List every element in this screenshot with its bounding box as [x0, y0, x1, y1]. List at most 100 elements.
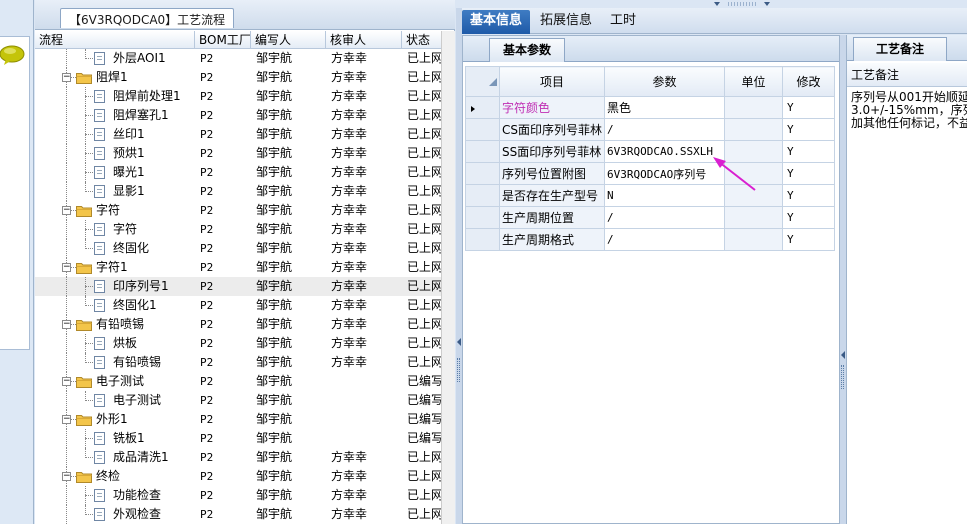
tree-node-cell[interactable]: 预烘1 — [35, 144, 195, 163]
param-value-cell[interactable]: 黑色 — [604, 96, 725, 119]
tree-node-cell[interactable]: 终固化 — [35, 239, 195, 258]
tree-node-cell[interactable]: − 终检 — [35, 467, 195, 486]
param-item-cell[interactable]: CS面印序列号菲林 — [499, 118, 605, 141]
tree-row[interactable]: 电子测试 P2 邹宇航 已编写 — [35, 391, 455, 410]
tree-node-label[interactable]: 字符1 — [96, 258, 128, 277]
grid-row[interactable]: CS面印序列号菲林 / Y — [465, 118, 835, 141]
param-modify-cell[interactable]: Y — [782, 118, 835, 141]
col-header-writer[interactable]: 编写人 — [251, 31, 326, 48]
tree-row[interactable]: 终固化1 P2 邹宇航 方幸幸 已上网 — [35, 296, 455, 315]
tree-node-label[interactable]: 有铅喷锡 — [113, 353, 161, 372]
tree-node-label[interactable]: 终检 — [96, 467, 120, 486]
tree-node-label[interactable]: 有铅喷锡 — [96, 315, 144, 334]
tab-process-remarks[interactable]: 工艺备注 — [853, 37, 947, 61]
tree-row[interactable]: 外观检查 P2 邹宇航 方幸幸 已上网 — [35, 505, 455, 524]
tree-node-label[interactable]: 电子测试 — [96, 372, 144, 391]
remarks-text[interactable]: 序列号从001开始顺延 3.0+/-15%mm，序列号 加其他任何标记，不益 — [851, 91, 967, 130]
param-unit-cell[interactable] — [724, 206, 783, 229]
tree-node-label[interactable]: 外层AOI1 — [113, 49, 166, 68]
param-modify-cell[interactable]: Y — [782, 96, 835, 119]
tree-row[interactable]: − 电子测试 P2 邹宇航 已编写 — [35, 372, 455, 391]
tree-node-label[interactable]: 阻焊塞孔1 — [113, 106, 169, 125]
tree-node-cell[interactable]: − 字符 — [35, 201, 195, 220]
row-header[interactable] — [465, 228, 500, 251]
tree-node-label[interactable]: 印序列号1 — [113, 277, 169, 296]
top-splitter-grip[interactable] — [712, 0, 772, 8]
collapse-toggle-icon[interactable]: − — [62, 320, 71, 329]
tree-title[interactable]: 【6V3RQODCA0】工艺流程 — [60, 8, 235, 28]
tree-row[interactable]: 曝光1 P2 邹宇航 方幸幸 已上网 — [35, 163, 455, 182]
tree-row[interactable]: − 阻焊1 P2 邹宇航 方幸幸 已上网 — [35, 68, 455, 87]
tree-node-cell[interactable]: 烘板 — [35, 334, 195, 353]
tree-row[interactable]: 外层AOI1 P2 邹宇航 方幸幸 已上网 — [35, 49, 455, 68]
tree-node-cell[interactable]: 显影1 — [35, 182, 195, 201]
tree-row[interactable]: − 字符 P2 邹宇航 方幸幸 已上网 — [35, 201, 455, 220]
tree-node-label[interactable]: 曝光1 — [113, 163, 145, 182]
right-splitter-grip[interactable] — [841, 365, 844, 389]
param-value-cell[interactable]: / — [604, 228, 725, 251]
col-header-bom[interactable]: BOM工厂 — [195, 31, 251, 48]
grid-row[interactable]: SS面印序列号菲林 6V3RQODCAO.SSXLH Y — [465, 140, 835, 163]
grid-row[interactable]: 生产周期位置 / Y — [465, 206, 835, 229]
tree-row[interactable]: − 终检 P2 邹宇航 方幸幸 已上网 — [35, 467, 455, 486]
collapse-toggle-icon[interactable]: − — [62, 73, 71, 82]
tree-node-cell[interactable]: 有铅喷锡 — [35, 353, 195, 372]
tree-row[interactable]: 阻焊前处理1 P2 邹宇航 方幸幸 已上网 — [35, 87, 455, 106]
param-item-cell[interactable]: SS面印序列号菲林 — [499, 140, 605, 163]
tree-node-cell[interactable]: 字符 — [35, 220, 195, 239]
row-header[interactable] — [465, 118, 500, 141]
tree-node-label[interactable]: 阻焊1 — [96, 68, 128, 87]
tree-node-cell[interactable]: 阻焊塞孔1 — [35, 106, 195, 125]
tree-node-label[interactable]: 终固化 — [113, 239, 149, 258]
tree-node-cell[interactable]: − 有铅喷锡 — [35, 315, 195, 334]
param-unit-cell[interactable] — [724, 118, 783, 141]
param-unit-cell[interactable] — [724, 96, 783, 119]
collapse-toggle-icon[interactable]: − — [62, 206, 71, 215]
tree-node-label[interactable]: 外观检查 — [113, 505, 161, 524]
row-header[interactable] — [465, 140, 500, 163]
tree-node-label[interactable]: 外形1 — [96, 410, 128, 429]
tree-node-cell[interactable]: 成品清洗1 — [35, 448, 195, 467]
grid-row[interactable]: 序列号位置附图 6V3RQODCAO序列号 Y — [465, 162, 835, 185]
tree-node-label[interactable]: 终固化1 — [113, 296, 157, 315]
tree-node-cell[interactable]: 终固化1 — [35, 296, 195, 315]
tree-node-label[interactable]: 字符 — [113, 220, 137, 239]
param-modify-cell[interactable]: Y — [782, 206, 835, 229]
param-item-cell[interactable]: 是否存在生产型号 — [499, 184, 605, 207]
tree-node-cell[interactable]: 外观检查 — [35, 505, 195, 524]
tree-node-cell[interactable]: − 外形1 — [35, 410, 195, 429]
param-item-cell[interactable]: 生产周期格式 — [499, 228, 605, 251]
param-value-cell[interactable]: / — [604, 206, 725, 229]
col-header-checker[interactable]: 核审人 — [326, 31, 402, 48]
tree-node-cell[interactable]: 印序列号1 — [35, 277, 195, 296]
col-header-flow[interactable]: 流程 — [35, 31, 195, 48]
row-header[interactable] — [465, 184, 500, 207]
row-header[interactable] — [465, 206, 500, 229]
tree-row[interactable]: − 有铅喷锡 P2 邹宇航 方幸幸 已上网 — [35, 315, 455, 334]
tree-row[interactable]: 印序列号1 P2 邹宇航 方幸幸 已上网 — [35, 277, 455, 296]
tree-row[interactable]: 有铅喷锡 P2 邹宇航 方幸幸 已上网 — [35, 353, 455, 372]
tree-node-cell[interactable]: − 电子测试 — [35, 372, 195, 391]
collapse-toggle-icon[interactable]: − — [62, 415, 71, 424]
param-unit-cell[interactable] — [724, 228, 783, 251]
tab-basic-params[interactable]: 基本参数 — [489, 38, 565, 62]
tree-row[interactable]: 字符 P2 邹宇航 方幸幸 已上网 — [35, 220, 455, 239]
tree-row[interactable]: 成品清洗1 P2 邹宇航 方幸幸 已上网 — [35, 448, 455, 467]
grid-row[interactable]: 字符颜色 黑色 Y — [465, 96, 835, 119]
tree-row[interactable]: 铣板1 P2 邹宇航 已编写 — [35, 429, 455, 448]
tree-row[interactable]: 烘板 P2 邹宇航 方幸幸 已上网 — [35, 334, 455, 353]
tree-node-cell[interactable]: − 字符1 — [35, 258, 195, 277]
tree-row[interactable]: 功能检查 P2 邹宇航 方幸幸 已上网 — [35, 486, 455, 505]
tree-node-cell[interactable]: 丝印1 — [35, 125, 195, 144]
grid-header-unit[interactable]: 单位 — [724, 66, 783, 97]
tab-work-hours[interactable]: 工时 — [602, 10, 644, 34]
collapse-toggle-icon[interactable]: − — [62, 263, 71, 272]
row-header[interactable] — [465, 162, 500, 185]
splitter-grip[interactable] — [457, 358, 460, 382]
collapse-left-arrow-icon[interactable] — [457, 338, 461, 346]
grid-header-item[interactable]: 项目 — [499, 66, 605, 97]
chat-bubble-icon[interactable] — [0, 44, 26, 66]
tree-node-cell[interactable]: − 阻焊1 — [35, 68, 195, 87]
collapse-right-arrow-icon[interactable] — [841, 351, 845, 359]
param-item-cell[interactable]: 字符颜色 — [499, 96, 605, 119]
